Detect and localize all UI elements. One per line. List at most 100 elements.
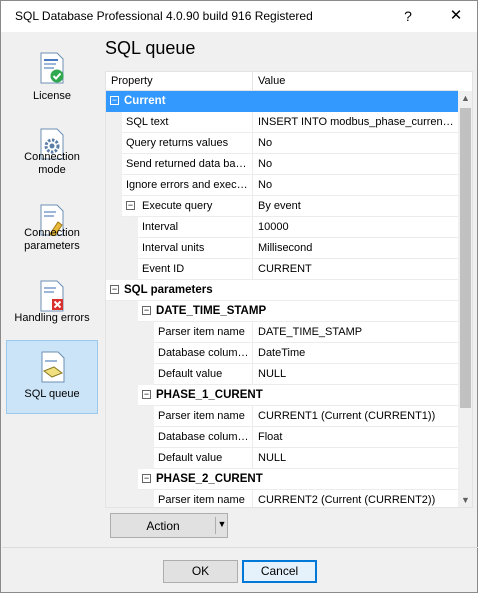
column-divider bbox=[252, 238, 253, 259]
sidebar-item-connection-mode[interactable]: Connection mode bbox=[6, 118, 98, 192]
column-divider bbox=[252, 427, 253, 448]
row-indent bbox=[106, 322, 154, 343]
header-divider bbox=[252, 72, 253, 91]
grid-property-row[interactable]: Send returned data bac... No bbox=[106, 154, 458, 175]
property-value[interactable]: DateTime bbox=[258, 347, 454, 359]
property-value[interactable]: INSERT INTO modbus_phase_current... bbox=[258, 116, 454, 128]
property-value[interactable]: 10000 bbox=[258, 221, 454, 233]
property-name: DATE_TIME_STAMP bbox=[156, 305, 267, 317]
grid-property-row[interactable]: Parser item name CURRENT2 (Current (CURRE… bbox=[106, 490, 458, 507]
property-name: PHASE_2_CURENT bbox=[156, 473, 263, 485]
grid-category-row[interactable]: − PHASE_2_CURENT bbox=[106, 469, 458, 490]
property-name: PHASE_1_CURENT bbox=[156, 389, 263, 401]
property-name: Event ID bbox=[142, 263, 185, 275]
row-indent bbox=[106, 196, 122, 217]
collapse-icon[interactable]: − bbox=[142, 474, 151, 483]
property-value[interactable]: NULL bbox=[258, 368, 454, 380]
column-divider bbox=[252, 112, 253, 133]
grid-property-row[interactable]: Parser item name DATE_TIME_STAMP bbox=[106, 322, 458, 343]
dialog-window: SQL Database Professional 4.0.90 build 9… bbox=[0, 0, 478, 593]
row-indent bbox=[106, 133, 122, 154]
property-name: Database column... bbox=[158, 347, 250, 359]
property-value[interactable]: No bbox=[258, 179, 454, 191]
grid-property-row[interactable]: Event ID CURRENT bbox=[106, 259, 458, 280]
column-divider bbox=[252, 322, 253, 343]
column-divider bbox=[252, 217, 253, 238]
ok-button[interactable]: OK bbox=[163, 560, 238, 583]
collapse-icon[interactable]: − bbox=[126, 201, 135, 210]
scroll-up-icon[interactable]: ▲ bbox=[458, 91, 472, 106]
property-value[interactable]: CURRENT1 (Current (CURRENT1)) bbox=[258, 410, 454, 422]
property-name: SQL text bbox=[126, 116, 169, 128]
grid-category-row[interactable]: − PHASE_1_CURENT bbox=[106, 385, 458, 406]
property-name: Send returned data bac... bbox=[126, 158, 250, 170]
sidebar-item-label: Handling errors bbox=[14, 312, 90, 324]
property-value[interactable]: CURRENT bbox=[258, 263, 454, 275]
property-value[interactable]: By event bbox=[258, 200, 454, 212]
scroll-down-icon[interactable]: ▼ bbox=[458, 493, 472, 507]
value-column-header[interactable]: Value bbox=[258, 75, 285, 87]
grid-category-row[interactable]: − SQL parameters bbox=[106, 280, 458, 301]
grid-property-row[interactable]: Query returns values No bbox=[106, 133, 458, 154]
grid-property-row[interactable]: Default value NULL bbox=[106, 448, 458, 469]
split-divider bbox=[215, 517, 216, 534]
collapse-icon[interactable]: − bbox=[110, 285, 119, 294]
row-indent bbox=[106, 364, 154, 385]
cancel-button[interactable]: Cancel bbox=[242, 560, 317, 583]
title-bar: SQL Database Professional 4.0.90 build 9… bbox=[1, 1, 477, 32]
column-divider bbox=[252, 133, 253, 154]
property-name: SQL parameters bbox=[124, 284, 213, 296]
collapse-icon[interactable]: − bbox=[110, 96, 119, 105]
row-indent bbox=[106, 238, 138, 259]
sidebar-item-license[interactable]: License bbox=[6, 42, 98, 116]
grid-property-row[interactable]: SQL text INSERT INTO modbus_phase_current… bbox=[106, 112, 458, 133]
sidebar-item-handling-errors[interactable]: Handling errors bbox=[6, 270, 98, 344]
vertical-scrollbar[interactable]: ▲ ▼ bbox=[458, 91, 472, 507]
sidebar-item-label: License bbox=[33, 90, 71, 102]
grid-property-row[interactable]: Interval units Millisecond bbox=[106, 238, 458, 259]
grid-property-row[interactable]: Interval 10000 bbox=[106, 217, 458, 238]
property-column-header[interactable]: Property bbox=[111, 75, 153, 87]
grid-category-row[interactable]: − Current bbox=[106, 91, 458, 112]
row-indent bbox=[106, 154, 122, 175]
grid-property-row[interactable]: Database column... Float bbox=[106, 427, 458, 448]
column-divider bbox=[252, 196, 253, 217]
property-name: Database column... bbox=[158, 431, 250, 443]
sidebar-item-sql-queue[interactable]: SQL queue bbox=[6, 340, 98, 414]
grid-property-row[interactable]: Database column... DateTime bbox=[106, 343, 458, 364]
property-value[interactable]: DATE_TIME_STAMP bbox=[258, 326, 454, 338]
close-button[interactable]: ✕ bbox=[441, 5, 471, 27]
sidebar-item-connection-parameters[interactable]: Connection parameters bbox=[6, 194, 98, 268]
property-value[interactable]: No bbox=[258, 137, 454, 149]
property-value[interactable]: No bbox=[258, 158, 454, 170]
action-button[interactable]: Action ▼ bbox=[110, 513, 228, 538]
scroll-thumb[interactable] bbox=[460, 108, 471, 408]
grid-property-row[interactable]: Parser item name CURRENT1 (Current (CURRE… bbox=[106, 406, 458, 427]
row-indent bbox=[106, 427, 154, 448]
property-grid[interactable]: Property Value − Current SQL text INSERT IN… bbox=[105, 71, 473, 508]
column-divider bbox=[252, 364, 253, 385]
action-button-label: Action bbox=[146, 519, 180, 533]
grid-property-row[interactable]: Default value NULL bbox=[106, 364, 458, 385]
property-value[interactable]: NULL bbox=[258, 452, 454, 464]
property-name: Current bbox=[124, 95, 166, 107]
collapse-icon[interactable]: − bbox=[142, 390, 151, 399]
collapse-icon[interactable]: − bbox=[142, 306, 151, 315]
error-document-icon bbox=[40, 280, 64, 312]
sidebar: License Connection mode Connection param… bbox=[2, 32, 102, 548]
chevron-down-icon[interactable]: ▼ bbox=[217, 519, 227, 529]
row-indent bbox=[106, 406, 154, 427]
column-divider bbox=[252, 175, 253, 196]
sidebar-item-label: Connection parameters bbox=[24, 227, 80, 252]
property-value[interactable]: Float bbox=[258, 431, 454, 443]
grid-property-row[interactable]: Ignore errors and execut... No bbox=[106, 175, 458, 196]
property-value[interactable]: Millisecond bbox=[258, 242, 454, 254]
column-divider bbox=[252, 406, 253, 427]
property-name: Default value bbox=[158, 452, 223, 464]
row-indent bbox=[106, 259, 138, 280]
grid-category-row[interactable]: − DATE_TIME_STAMP bbox=[106, 301, 458, 322]
grid-property-row[interactable]: − Execute query By event bbox=[106, 196, 458, 217]
property-value[interactable]: CURRENT2 (Current (CURRENT2)) bbox=[258, 494, 454, 506]
help-button[interactable]: ? bbox=[393, 5, 423, 27]
property-name: Interval bbox=[142, 221, 179, 233]
